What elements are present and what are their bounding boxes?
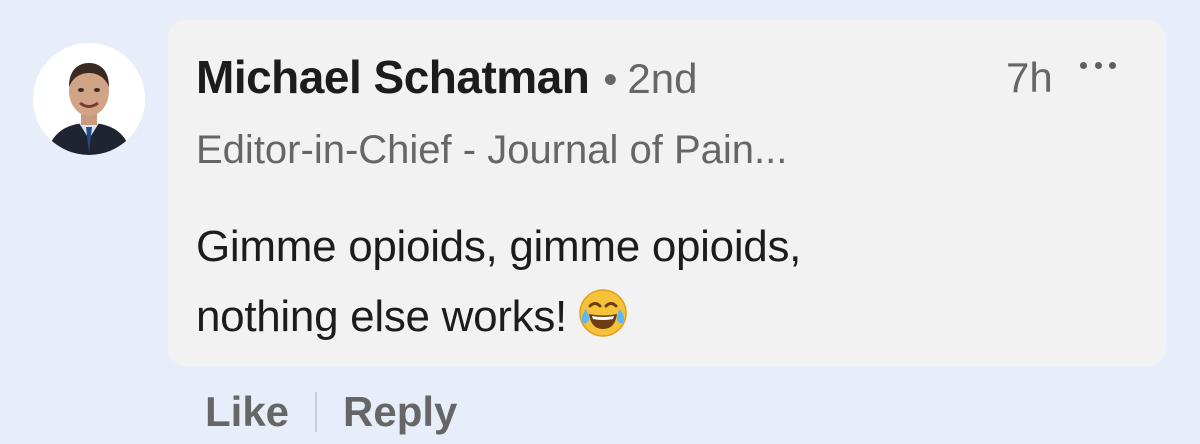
comment-text: Gimme opioids, gimme opioids, nothing el… [196,212,1096,360]
comment-text-line-with-emoji: nothing else works! [196,282,1096,360]
more-dot [1094,61,1102,69]
comment-thread: Michael Schatman • 2nd 7h Editor-in-Chie… [0,0,1200,444]
comment-timestamp: 7h [1006,54,1053,101]
separator-dot: • [603,58,618,102]
more-dot [1109,61,1116,69]
author-headline: Editor-in-Chief - Journal of Pain... [196,128,788,172]
comment-actions: Like Reply [205,388,457,436]
person-portrait-icon [33,43,145,155]
connection-degree: 2nd [627,55,698,102]
reply-button[interactable]: Reply [343,388,457,436]
author-name[interactable]: Michael Schatman [196,50,590,104]
like-button[interactable]: Like [205,388,289,436]
avatar[interactable] [33,43,145,155]
more-horizontal-icon[interactable] [1080,56,1116,74]
more-dot [1080,61,1087,69]
comment-bubble: Michael Schatman • 2nd 7h Editor-in-Chie… [168,20,1166,366]
author-row: Michael Schatman • 2nd [196,50,697,104]
comment-text-line: Gimme opioids, gimme opioids, [196,222,802,271]
face-with-tears-of-joy-icon [577,287,629,360]
comment-text-line: nothing else works! [196,292,567,341]
action-divider [315,392,318,432]
